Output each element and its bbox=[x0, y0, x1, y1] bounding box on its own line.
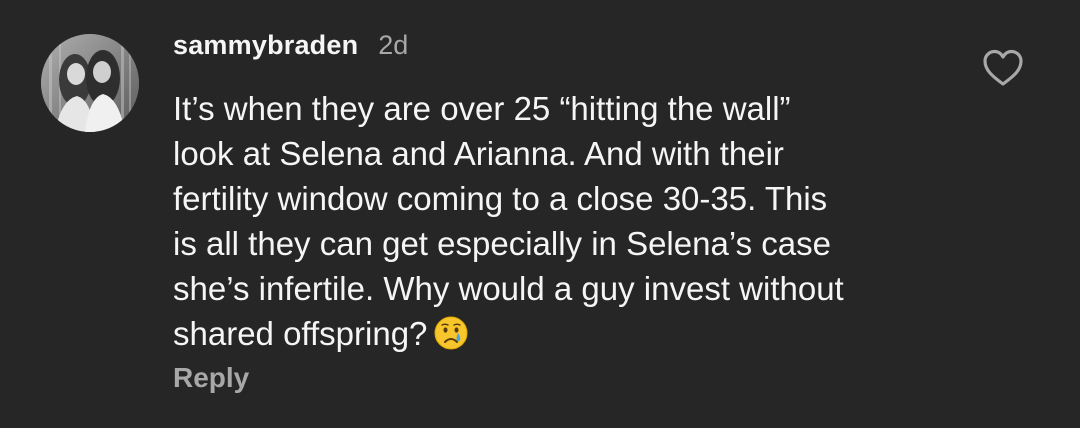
comment-header: sammybraden 2d bbox=[173, 30, 408, 70]
comment-line: It’s when they are over 25 “hitting the … bbox=[173, 90, 791, 127]
comment-line: fertility window coming to a close 30-35… bbox=[173, 180, 828, 217]
comment-line: look at Selena and Arianna. And with the… bbox=[173, 135, 784, 172]
comment-line: she’s infertile. Why would a guy invest … bbox=[173, 270, 844, 307]
comment-line: shared offspring? bbox=[173, 315, 428, 352]
reply-button[interactable]: Reply bbox=[173, 362, 249, 394]
heart-outline-icon[interactable] bbox=[982, 48, 1024, 88]
crying-face-emoji-icon bbox=[433, 315, 469, 351]
timestamp: 2d bbox=[378, 30, 409, 60]
username[interactable]: sammybraden bbox=[173, 30, 358, 61]
avatar[interactable] bbox=[41, 34, 139, 132]
comment-text: It’s when they are over 25 “hitting the … bbox=[173, 86, 963, 356]
profile-photo bbox=[41, 34, 139, 132]
comment-line: is all they can get especially in Selena… bbox=[173, 225, 831, 262]
comment-last-line: shared offspring? bbox=[173, 311, 963, 356]
comment-item: sammybraden 2d It’s when they are over 2… bbox=[0, 0, 1080, 428]
